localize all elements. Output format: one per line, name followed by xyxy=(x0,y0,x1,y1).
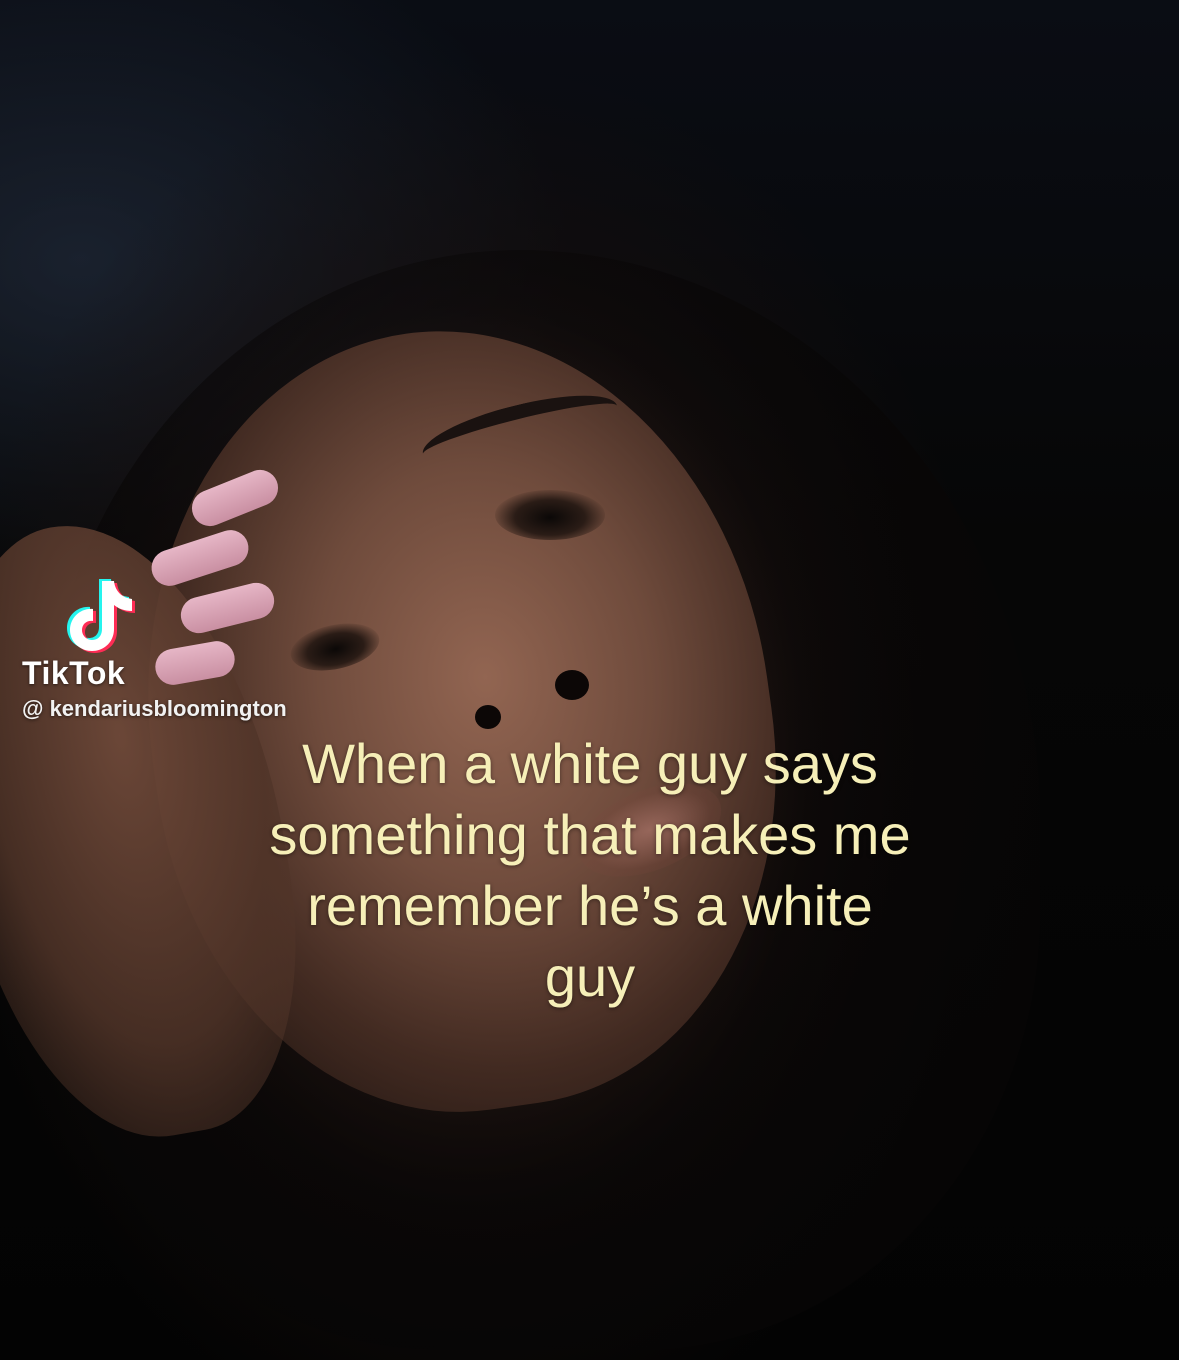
tiktok-brand-label: TikTok xyxy=(22,655,126,691)
caption-line: When a white guy says xyxy=(302,732,878,795)
tiktok-logo-icon xyxy=(67,579,135,653)
tiktok-watermark: TikTok @ kendariusbloomington xyxy=(22,575,287,722)
creator-handle: @ kendariusbloomington xyxy=(22,696,287,721)
eye-right xyxy=(495,490,605,540)
caption-line: remember he’s a white xyxy=(307,874,873,937)
video-frame: TikTok @ kendariusbloomington When a whi… xyxy=(0,0,1179,1360)
caption-line: something that makes me xyxy=(269,803,911,866)
nostril-left xyxy=(475,705,501,729)
video-caption: When a white guy says something that mak… xyxy=(60,728,1120,1012)
nostril-right xyxy=(555,670,589,700)
caption-line: guy xyxy=(544,945,636,1008)
